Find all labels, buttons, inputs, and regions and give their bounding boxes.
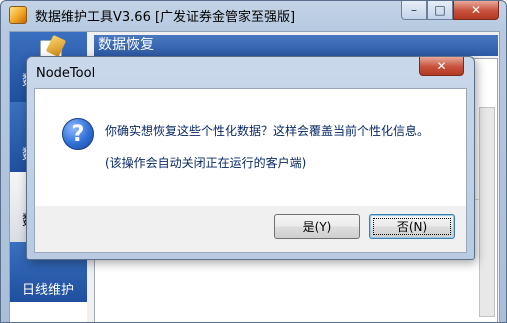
dialog-title: NodeTool (36, 66, 96, 81)
yes-button-label: 是(Y) (302, 220, 332, 234)
minimize-button[interactable]: – (401, 1, 427, 20)
maximize-button[interactable]: □ (427, 1, 453, 20)
focus-ring (373, 218, 451, 235)
no-button[interactable]: 否(N) (369, 214, 455, 239)
panel-header: 数据恢复 (94, 35, 498, 56)
dialog-message: 你确实想恢复这些个性化数据？这样会覆盖当前个性化信息。 (105, 124, 430, 138)
dialog-message-area: ? 你确实想恢复这些个性化数据？这样会覆盖当前个性化信息。 (该操作会自动关闭正… (35, 89, 466, 206)
main-window-title: 数据维护工具V3.66 [广发证券金管家至强版] (35, 10, 296, 25)
dialog-note: (该操作会自动关闭正在运行的客户端) (105, 156, 307, 170)
panel-scrollbar[interactable] (479, 107, 495, 317)
app-icon (9, 6, 27, 24)
dialog-client-area: ? 你确实想恢复这些个性化数据？这样会覆盖当前个性化信息。 (该操作会自动关闭正… (34, 88, 467, 253)
confirm-dialog: NodeTool ✕ ? 你确实想恢复这些个性化数据？这样会覆盖当前个性化信息。… (26, 56, 475, 260)
sidebar-footer (10, 302, 87, 322)
close-button[interactable]: ✕ (453, 1, 499, 20)
sidebar-item-label: 日线维护 (22, 283, 75, 298)
question-icon: ? (62, 118, 94, 150)
yes-button[interactable]: 是(Y) (274, 214, 360, 239)
dialog-close-button[interactable]: ✕ (419, 57, 464, 76)
